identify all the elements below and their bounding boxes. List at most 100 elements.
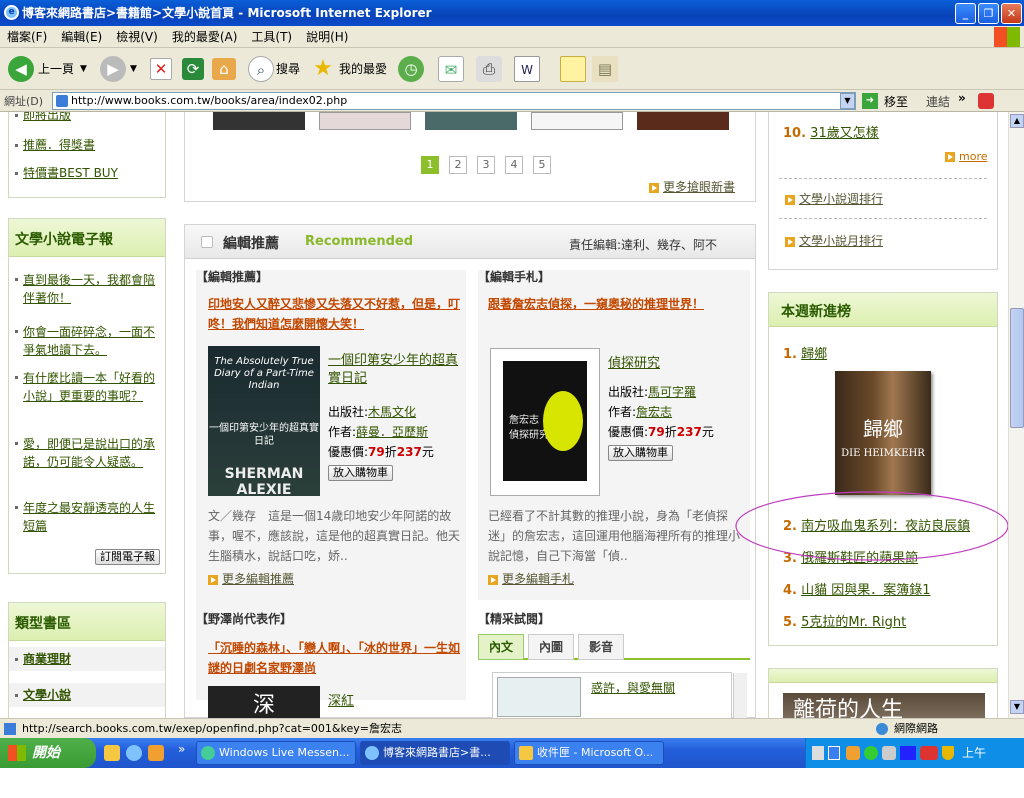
ebook-link-1[interactable]: 直到最後一天，我都會陪伴著你！ [23, 271, 159, 307]
menu-favorites[interactable]: 我的最愛(A) [165, 26, 245, 48]
book-title-link[interactable]: 偵探研究 [608, 356, 660, 371]
tray-audio-icon[interactable] [900, 746, 916, 760]
task-browser[interactable]: 博客來網路書店>書... [360, 741, 510, 765]
headline-text[interactable]: 跟著詹宏志偵探，一窺奧秘的推理世界！ [488, 297, 704, 311]
menu-edit[interactable]: 編輯(E) [54, 26, 109, 48]
ebook-link-3[interactable]: 有什麼比讀一本「好看的小說」更重要的事呢？ [23, 369, 159, 405]
publisher-link[interactable]: 馬可字羅 [648, 385, 696, 399]
headline[interactable]: 跟著詹宏志偵探，一窺奧秘的推理世界！ [488, 294, 746, 314]
more-notes-link[interactable]: 更多編輯手札 [502, 572, 574, 586]
book-title[interactable]: 一個印第安少年的超真實日記 [328, 352, 462, 388]
weekly-rank[interactable]: 文學小說週排行 [785, 190, 883, 207]
menu-view[interactable]: 檢視(V) [109, 26, 165, 48]
entry-title[interactable]: 歸鄉 [801, 347, 827, 362]
menu-tools[interactable]: 工具(T) [244, 26, 299, 48]
favorites-star-icon[interactable]: ★ [310, 56, 336, 82]
tray-shield-icon[interactable] [942, 746, 954, 760]
headline[interactable]: 「沉睡的森林」、「戀人啊」、「冰的世界」一生如謎的日劇名家野澤尚 [208, 638, 462, 678]
page-4[interactable]: 4 [505, 156, 523, 174]
maximize-button[interactable]: ❐ [978, 3, 999, 24]
more-link[interactable]: more [959, 150, 988, 163]
headline[interactable]: 印地安人又醉又悲慘又失落又不好惹，但是，叮咚！我們知道怎麼開懷大笑！ [208, 294, 462, 334]
entry-cover[interactable]: 歸鄉 DIE HEIMKEHR [835, 371, 931, 495]
quicklaunch-ie-icon[interactable] [126, 745, 142, 761]
more-new-books-link[interactable]: 更多搶眼新書 [663, 180, 735, 194]
scroll-thumb[interactable] [1010, 308, 1024, 428]
tray-back-icon[interactable] [828, 746, 840, 760]
more-editor-link[interactable]: 更多編輯推薦 [222, 572, 294, 586]
book-cover[interactable]: The Absolutely True Diary of a Part-Time… [208, 346, 320, 498]
back-icon[interactable]: ◀ [8, 56, 34, 82]
preview-title[interactable]: 惑許，與愛無關 [591, 679, 675, 696]
discuss-icon[interactable] [560, 56, 586, 82]
more-notes[interactable]: 更多編輯手札 [488, 570, 574, 587]
category-business[interactable]: 商業理財 [23, 652, 71, 666]
page-5[interactable]: 5 [533, 156, 551, 174]
weekly-rank-link[interactable]: 文學小說週排行 [799, 192, 883, 206]
print-icon[interactable]: ⎙ [476, 56, 502, 82]
page-1[interactable]: 1 [421, 156, 439, 174]
task-outlook[interactable]: 收件匣 - Microsoft O... [514, 741, 664, 765]
back-button[interactable]: 上一頁 [38, 56, 74, 82]
publisher-link[interactable]: 木馬文化 [368, 405, 416, 419]
start-button[interactable]: 開始 [0, 738, 96, 768]
research-icon[interactable]: ▤ [592, 56, 618, 82]
minimize-button[interactable]: _ [955, 3, 976, 24]
tab-images[interactable]: 內圖 [528, 634, 574, 660]
refresh-icon[interactable]: ⟳ [182, 58, 204, 80]
ebook-link-5[interactable]: 年度之最安靜透亮的人生短篇 [23, 499, 159, 535]
ebook-link-2[interactable]: 你會一面碎碎念，一面不爭氣地讀下去。 [23, 323, 159, 359]
forward-dropdown-icon[interactable]: ▼ [130, 56, 137, 82]
clock[interactable]: 上午 10:21 [962, 738, 1024, 798]
book-title-link[interactable]: 深紅 [328, 694, 354, 709]
subscribe-button[interactable]: 訂閱電子報 [95, 549, 160, 565]
scroll-up-icon[interactable]: ▲ [1010, 114, 1024, 128]
chevron-icon[interactable]: » [958, 91, 966, 105]
book-title[interactable]: 深紅 [328, 690, 354, 709]
go-button[interactable]: 移至 [884, 93, 908, 110]
back-dropdown-icon[interactable]: ▼ [80, 56, 87, 82]
scroll-down-icon[interactable]: ▼ [1010, 700, 1024, 714]
link-best-buy[interactable]: 特價書BEST BUY [23, 166, 118, 180]
task-messenger[interactable]: Windows Live Messen... [196, 741, 356, 765]
book-cover[interactable]: 詹宏志 偵探研究 [490, 348, 600, 496]
book-title[interactable]: 偵探研究 [608, 352, 660, 371]
link-upcoming[interactable]: 即將出版 [23, 112, 71, 122]
close-button[interactable]: ✕ [1001, 3, 1022, 24]
monthly-rank[interactable]: 文學小說月排行 [785, 232, 883, 249]
monthly-rank-link[interactable]: 文學小說月排行 [799, 234, 883, 248]
links-label[interactable]: 連結 [926, 93, 950, 110]
edit-icon[interactable]: W [514, 56, 540, 82]
address-dropdown-icon[interactable]: ▼ [840, 93, 855, 109]
category-literature[interactable]: 文學小說 [23, 688, 71, 702]
book-thumb[interactable] [637, 112, 729, 130]
author-link[interactable]: 薛曼．亞歷斯 [356, 425, 428, 439]
tray-network-icon[interactable] [882, 746, 896, 760]
ebook-link-4[interactable]: 愛，即便已是說出口的承諾，仍可能令人疑惑。 [23, 435, 159, 471]
quicklaunch-media-icon[interactable] [148, 745, 164, 761]
preview-title-link[interactable]: 惑許，與愛無關 [591, 681, 675, 695]
book-thumb[interactable] [319, 112, 411, 130]
quicklaunch-outlook-icon[interactable] [104, 745, 120, 761]
book-thumb[interactable] [213, 112, 305, 130]
entry-title[interactable]: 山貓 因與果．案簿錄1 [801, 583, 930, 598]
history-icon[interactable]: ◷ [398, 56, 424, 82]
headline-text[interactable]: 「沉睡的森林」、「戀人啊」、「冰的世界」一生如謎的日劇名家野澤尚 [208, 641, 460, 675]
add-to-cart-button[interactable]: 放入購物車 [328, 465, 393, 481]
entry-title[interactable]: 5克拉的Mr. Right [801, 615, 906, 630]
rank-title[interactable]: 31歲又怎樣 [810, 126, 879, 141]
preview-scrollbar[interactable] [733, 673, 747, 718]
mail-icon[interactable]: ✉ [438, 56, 464, 82]
page-3[interactable]: 3 [477, 156, 495, 174]
forward-icon[interactable]: ▶ [100, 56, 126, 82]
favorites-button[interactable]: 我的最愛 [339, 56, 387, 82]
stop-icon[interactable]: ✕ [150, 58, 172, 80]
bottom-banner-image[interactable]: 離荷的人生 [783, 693, 985, 718]
search-button[interactable]: 搜尋 [276, 56, 300, 82]
more-button[interactable]: more [945, 150, 988, 163]
go-icon[interactable]: ➜ [862, 93, 878, 109]
search-icon[interactable]: ⌕ [248, 56, 274, 82]
home-icon[interactable]: ⌂ [212, 58, 236, 80]
tray-messenger-icon[interactable] [864, 746, 878, 760]
book-cover[interactable]: 深 [208, 686, 320, 718]
